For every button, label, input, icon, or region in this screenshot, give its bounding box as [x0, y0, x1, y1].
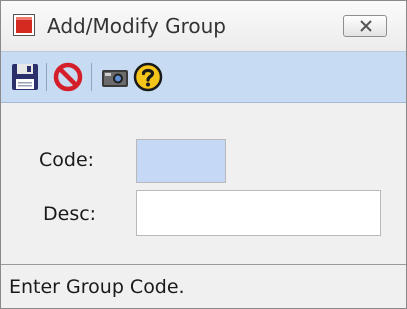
code-field[interactable] — [136, 139, 226, 183]
desc-label: Desc: — [43, 203, 97, 225]
close-button[interactable] — [343, 15, 387, 37]
code-label: Code: — [39, 149, 95, 171]
lookup-button[interactable] — [99, 61, 131, 93]
toolbar — [1, 51, 406, 103]
status-bar: Enter Group Code. — [1, 264, 406, 308]
no-entry-icon — [53, 62, 83, 92]
cancel-button[interactable] — [52, 61, 84, 93]
window-title: Add/Modify Group — [47, 14, 226, 38]
toolbar-separator — [46, 63, 47, 91]
camera-icon — [102, 70, 128, 87]
question-mark-icon — [133, 62, 163, 92]
status-text: Enter Group Code. — [9, 276, 185, 298]
floppy-disk-icon — [12, 64, 38, 90]
app-icon — [13, 14, 35, 36]
close-icon — [360, 20, 372, 32]
save-button[interactable] — [9, 61, 41, 93]
title-bar[interactable]: Add/Modify Group — [1, 1, 406, 51]
dialog-window: Add/Modify Group Code: Desc: Enter Group… — [0, 0, 407, 309]
form-area: Code: Desc: — [1, 103, 406, 261]
toolbar-separator — [91, 63, 92, 91]
desc-field[interactable] — [136, 190, 381, 236]
help-button[interactable] — [132, 61, 164, 93]
